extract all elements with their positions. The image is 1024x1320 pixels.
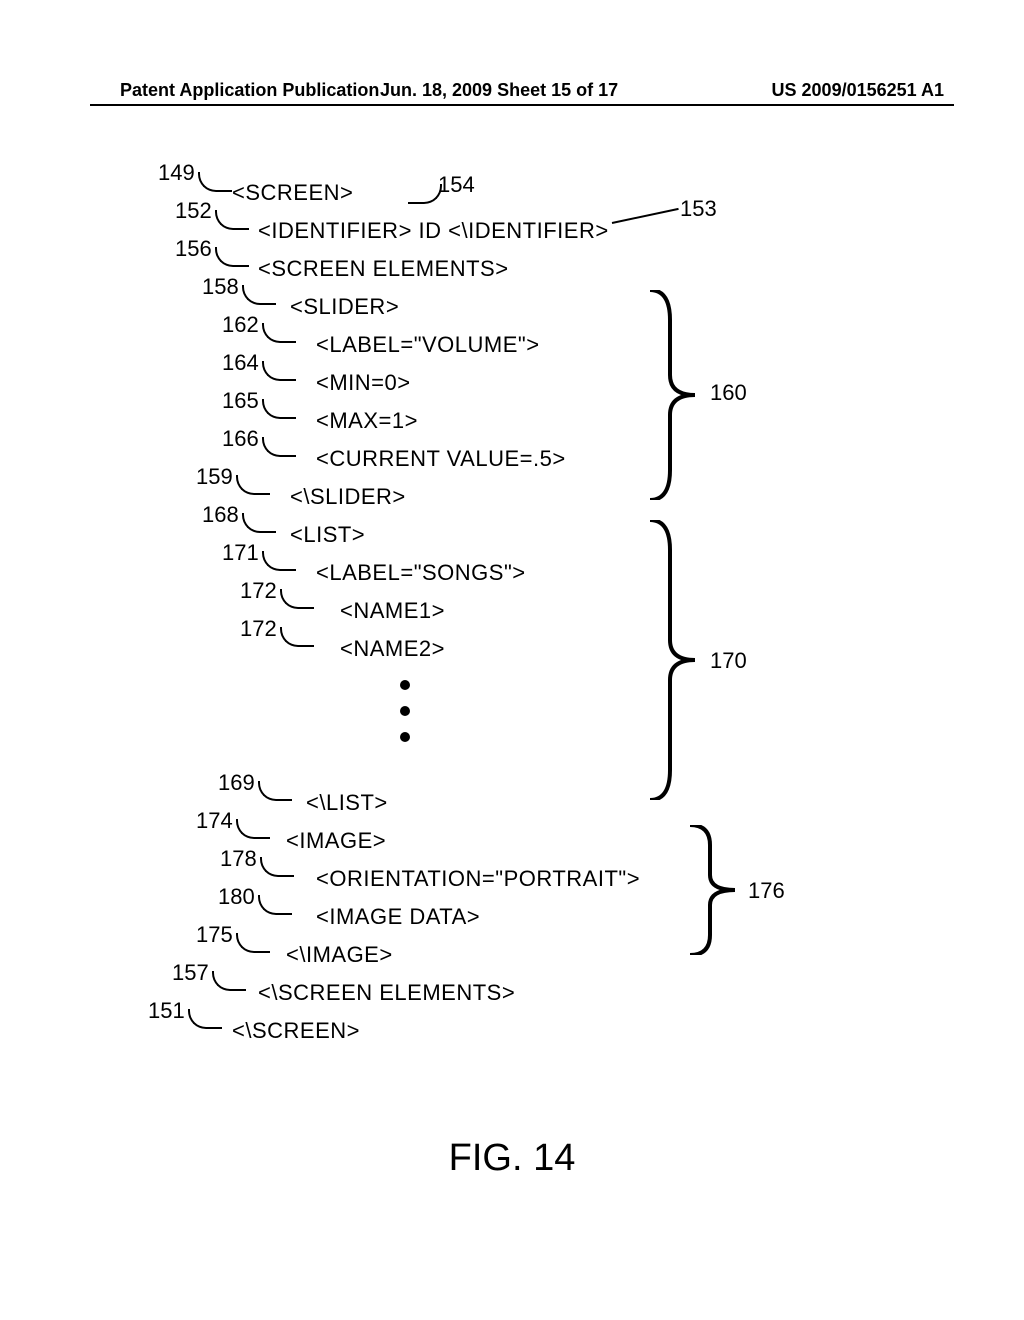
lead-159 xyxy=(236,475,270,495)
lead-164 xyxy=(262,361,296,381)
tag-name1: <NAME1> xyxy=(340,598,445,624)
hdr-left: Patent Application Publication xyxy=(120,80,379,101)
hdr-right: US 2009/0156251 A1 xyxy=(772,80,944,101)
ref-180: 180 xyxy=(218,884,255,910)
ref-168: 168 xyxy=(202,502,239,528)
ref-158: 158 xyxy=(202,274,239,300)
lead-153 xyxy=(612,208,679,224)
tag-identifier: <IDENTIFIER> ID <\IDENTIFIER> xyxy=(258,218,609,244)
ref-171: 171 xyxy=(222,540,259,566)
ref-169: 169 xyxy=(218,770,255,796)
ref-162: 162 xyxy=(222,312,259,338)
lead-172a xyxy=(280,589,314,609)
lead-152 xyxy=(215,210,249,230)
tag-name2: <NAME2> xyxy=(340,636,445,662)
lead-178 xyxy=(260,857,294,877)
ref-170: 170 xyxy=(710,648,747,674)
ref-175: 175 xyxy=(196,922,233,948)
ref-152: 152 xyxy=(175,198,212,224)
ref-172a: 172 xyxy=(240,578,277,604)
lead-154 xyxy=(408,184,442,204)
lead-149 xyxy=(198,172,232,192)
ref-154: 154 xyxy=(438,172,475,198)
lead-174 xyxy=(236,819,270,839)
lead-151 xyxy=(188,1009,222,1029)
lead-165 xyxy=(262,399,296,419)
ellipsis-dot-2 xyxy=(400,706,410,716)
tag-label-songs: <LABEL="SONGS"> xyxy=(316,560,526,586)
brace-176 xyxy=(680,825,740,955)
hdr-mid: Jun. 18, 2009 Sheet 15 of 17 xyxy=(380,80,618,101)
lead-157 xyxy=(212,971,246,991)
lead-168 xyxy=(242,513,276,533)
figure-label: FIG. 14 xyxy=(0,1137,1024,1180)
lead-180 xyxy=(258,895,292,915)
ref-153: 153 xyxy=(680,196,717,222)
lead-175 xyxy=(236,933,270,953)
tag-screen-close: <\SCREEN> xyxy=(232,1018,360,1044)
lead-158 xyxy=(242,285,276,305)
ellipsis-dot-1 xyxy=(400,680,410,690)
ref-160: 160 xyxy=(710,380,747,406)
tag-image-close: <\IMAGE> xyxy=(286,942,393,968)
ref-156: 156 xyxy=(175,236,212,262)
ellipsis-dot-3 xyxy=(400,732,410,742)
tag-label-volume: <LABEL="VOLUME"> xyxy=(316,332,540,358)
lead-171 xyxy=(262,551,296,571)
ref-159: 159 xyxy=(196,464,233,490)
hdr-rule xyxy=(90,104,954,106)
ref-176: 176 xyxy=(748,878,785,904)
tag-screen-elements-close: <\SCREEN ELEMENTS> xyxy=(258,980,515,1006)
ref-178: 178 xyxy=(220,846,257,872)
lead-162 xyxy=(262,323,296,343)
ref-157: 157 xyxy=(172,960,209,986)
tag-image-open: <IMAGE> xyxy=(286,828,386,854)
tag-max: <MAX=1> xyxy=(316,408,418,434)
tag-image-data: <IMAGE DATA> xyxy=(316,904,480,930)
ref-149: 149 xyxy=(158,160,195,186)
ref-164: 164 xyxy=(222,350,259,376)
lead-166 xyxy=(262,437,296,457)
tag-orientation: <ORIENTATION="PORTRAIT"> xyxy=(316,866,640,892)
brace-170 xyxy=(640,520,700,800)
ref-151: 151 xyxy=(148,998,185,1024)
ref-165: 165 xyxy=(222,388,259,414)
ref-172b: 172 xyxy=(240,616,277,642)
brace-160 xyxy=(640,290,700,500)
tag-slider-open: <SLIDER> xyxy=(290,294,399,320)
tag-screen-elements-open: <SCREEN ELEMENTS> xyxy=(258,256,509,282)
tag-slider-close: <\SLIDER> xyxy=(290,484,406,510)
patent-page: Patent Application Publication Jun. 18, … xyxy=(0,0,1024,1320)
tag-list-open: <LIST> xyxy=(290,522,365,548)
ref-174: 174 xyxy=(196,808,233,834)
tag-screen-open: <SCREEN> xyxy=(232,180,353,206)
lead-172b xyxy=(280,627,314,647)
tag-min: <MIN=0> xyxy=(316,370,411,396)
lead-156 xyxy=(215,247,249,267)
tag-current-value: <CURRENT VALUE=.5> xyxy=(316,446,566,472)
lead-169 xyxy=(258,781,292,801)
tag-list-close: <\LIST> xyxy=(306,790,388,816)
ref-166: 166 xyxy=(222,426,259,452)
